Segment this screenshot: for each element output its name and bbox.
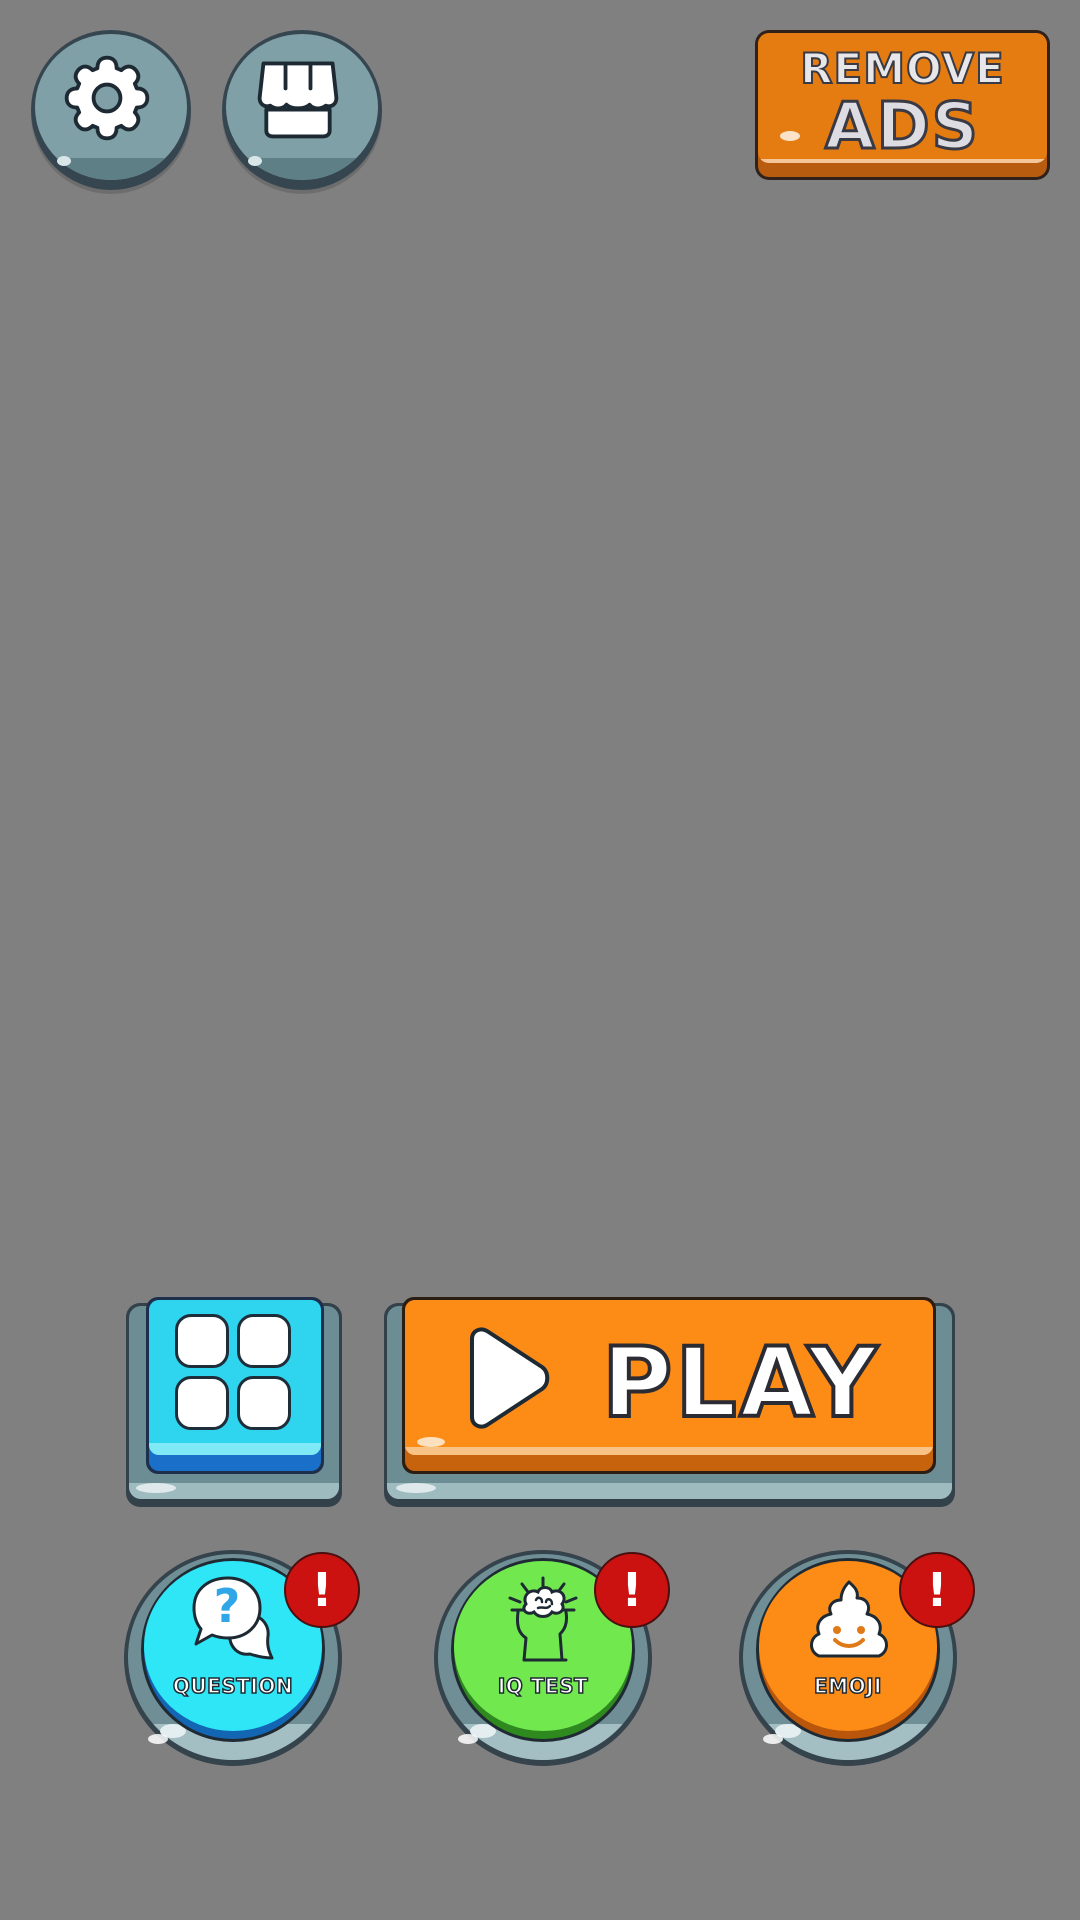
button-shine — [417, 1437, 445, 1447]
emoji-mode-button[interactable]: EMOJI ! — [739, 1550, 975, 1766]
settings-button[interactable] — [31, 30, 191, 190]
shop-awning-icon — [257, 61, 339, 139]
play-label: PLAY — [600, 1325, 881, 1441]
grid-icon-cell — [237, 1314, 291, 1368]
button-shine — [57, 156, 71, 166]
remove-ads-label-line2: ADS — [824, 89, 980, 166]
mode-label: IQ TEST — [497, 1673, 589, 1699]
grid-icon-cell — [237, 1376, 291, 1430]
plate-shine — [136, 1483, 176, 1493]
question-bubble-icon: ? — [192, 1576, 274, 1660]
iq-test-mode-button[interactable]: IQ TEST ! — [434, 1550, 670, 1766]
gear-icon — [64, 55, 150, 141]
notification-badge: ! — [899, 1552, 975, 1628]
question-mode-button[interactable]: ? QUESTION ! — [124, 1550, 360, 1766]
button-shine — [248, 156, 262, 166]
button-shine — [458, 1734, 478, 1744]
poop-emoji-icon — [810, 1580, 888, 1658]
plate-shine — [396, 1483, 436, 1493]
mode-label: EMOJI — [813, 1673, 882, 1699]
brain-head-icon — [508, 1576, 578, 1662]
levels-button-top — [149, 1300, 321, 1455]
svg-text:?: ? — [214, 1579, 241, 1633]
notification-badge: ! — [284, 1552, 360, 1628]
button-shine — [148, 1734, 168, 1744]
play-triangle-icon — [470, 1327, 550, 1429]
mode-label: QUESTION — [172, 1673, 294, 1699]
main-menu-screen: REMOVE ADS PLAY ? QUESTION ! IQ TEST ! E… — [0, 0, 1080, 1920]
levels-grid-button[interactable] — [146, 1297, 324, 1474]
play-button[interactable]: PLAY — [402, 1297, 936, 1474]
remove-ads-button[interactable]: REMOVE ADS — [755, 30, 1050, 180]
grid-icon-cell — [175, 1314, 229, 1368]
remove-ads-label-line1: REMOVE — [799, 43, 1005, 94]
grid-icon-cell — [175, 1376, 229, 1430]
shop-button[interactable] — [222, 30, 382, 190]
button-shine — [763, 1734, 783, 1744]
notification-badge: ! — [594, 1552, 670, 1628]
button-shine — [155, 1443, 179, 1451]
